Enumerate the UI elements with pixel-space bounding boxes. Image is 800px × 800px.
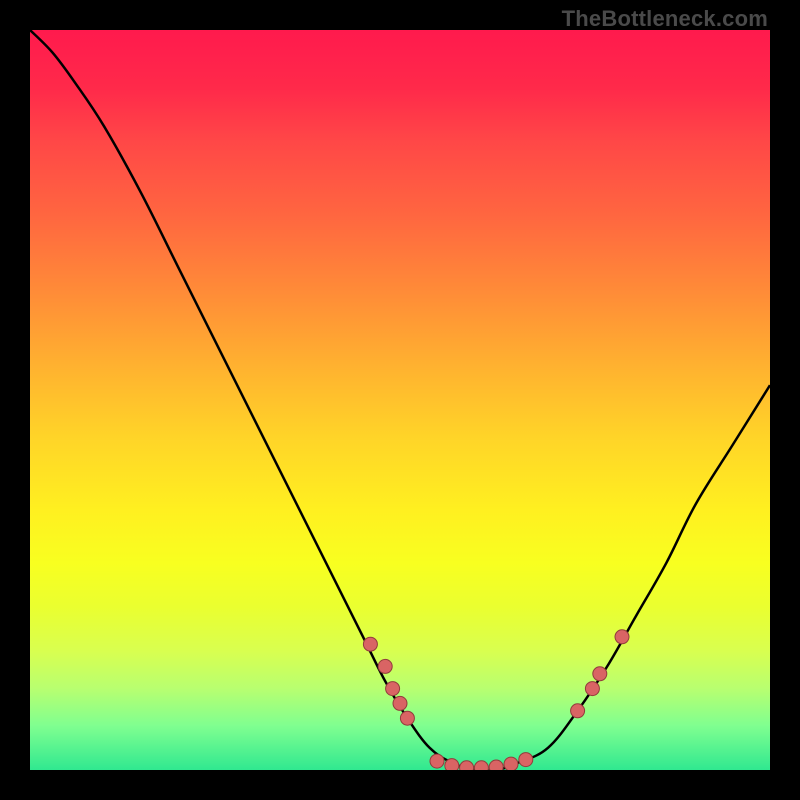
watermark-text: TheBottleneck.com — [562, 6, 768, 32]
plot-gradient-background — [30, 30, 770, 770]
chart-container: TheBottleneck.com — [0, 0, 800, 800]
